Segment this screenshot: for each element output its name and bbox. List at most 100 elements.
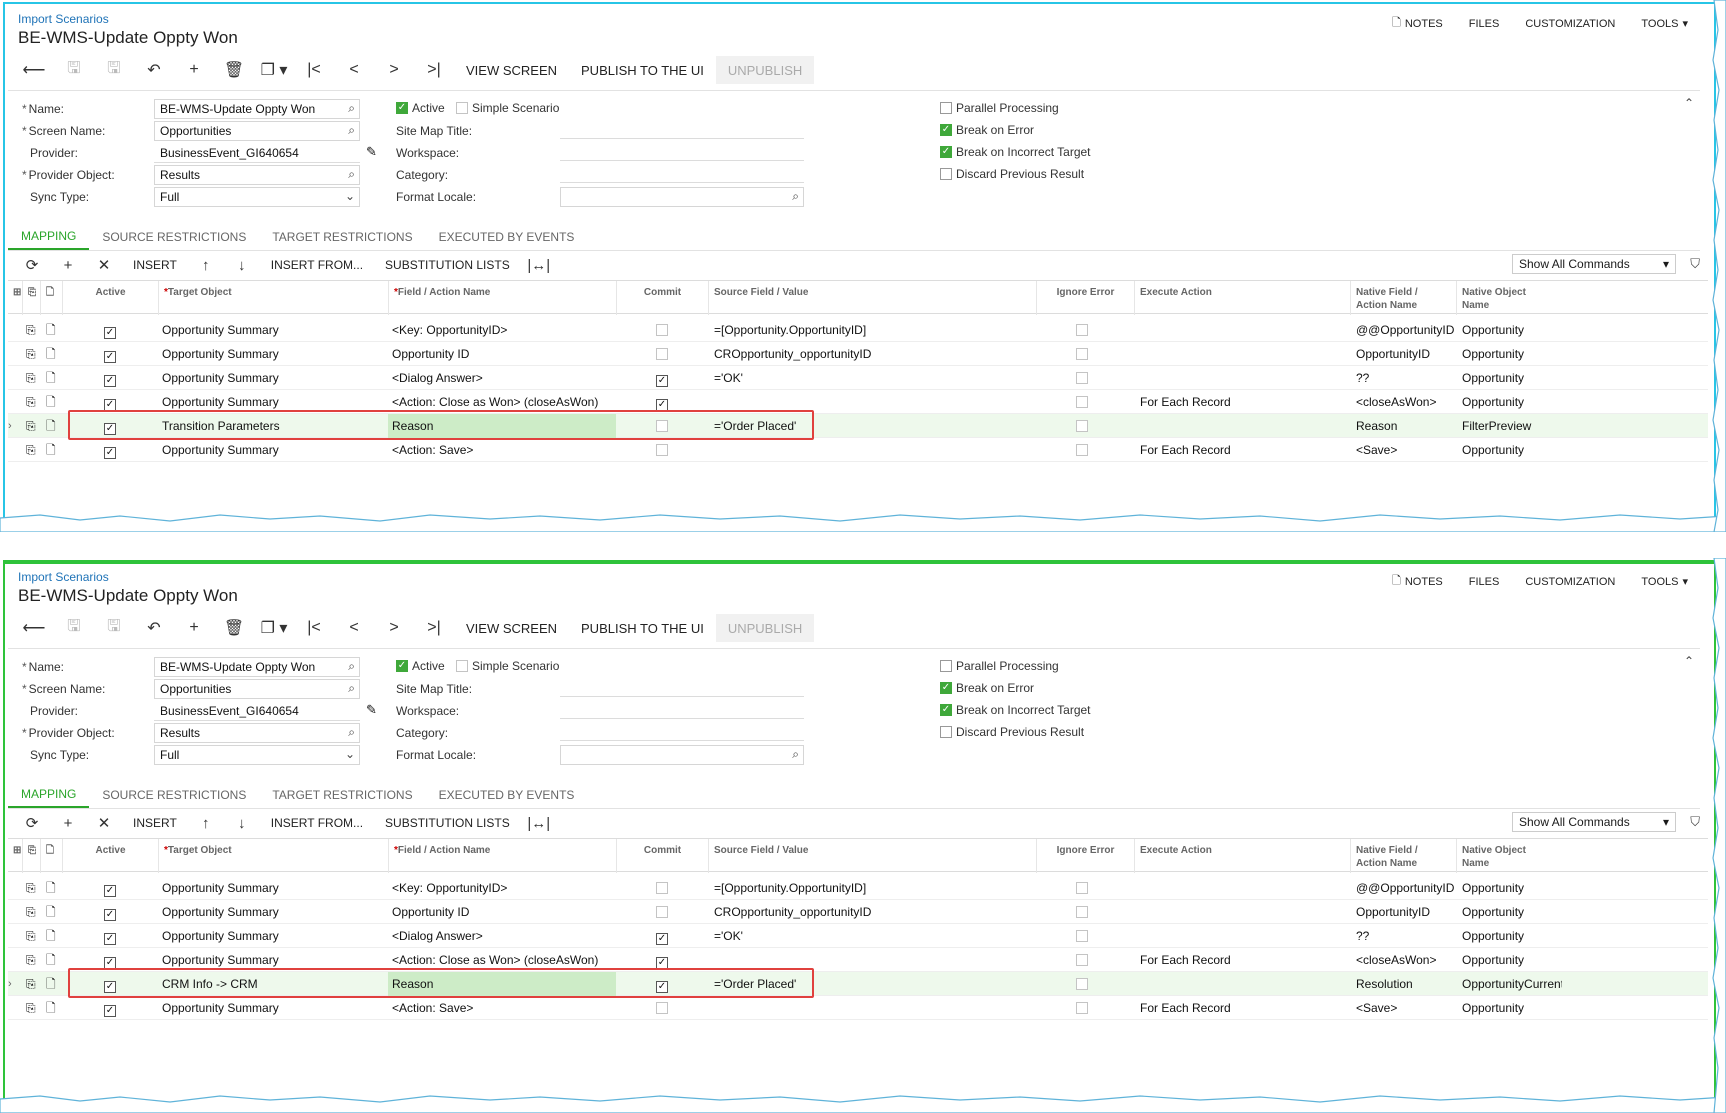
save-close-icon[interactable]: 🖫 — [54, 56, 94, 84]
col-ignore-error[interactable]: Ignore Error — [1036, 839, 1134, 873]
plus-icon[interactable]: + — [50, 810, 86, 836]
publish-button[interactable]: PUBLISH TO THE UI — [569, 614, 716, 642]
ignore-error-checkbox[interactable] — [1076, 324, 1088, 339]
target-object-cell[interactable]: Opportunity Summary — [158, 438, 388, 462]
native-field-cell[interactable]: @@OpportunityID — [1352, 318, 1456, 342]
trash-icon[interactable]: 🗑 — [214, 56, 254, 84]
ignore-error-checkbox[interactable] — [1076, 954, 1088, 969]
col-native-object[interactable]: Native Object Name — [1456, 839, 1556, 873]
attachment-icon[interactable]: ⎘ — [26, 948, 38, 972]
active-checkbox[interactable]: ✓ — [104, 348, 116, 363]
col-execute-action[interactable]: Execute Action — [1134, 839, 1350, 873]
native-field-cell[interactable]: ?? — [1352, 366, 1456, 390]
insert-button[interactable]: INSERT — [122, 252, 188, 278]
plus-icon[interactable]: + — [50, 252, 86, 278]
collapse-icon[interactable]: ⌃ — [1684, 654, 1694, 668]
native-object-cell[interactable]: FilterPreview — [1458, 414, 1562, 438]
attachment-icon[interactable]: ⎘ — [26, 876, 38, 900]
active-checkbox[interactable]: ✓ Active — [396, 659, 445, 673]
source-field-cell[interactable] — [710, 996, 1036, 1020]
col-execute-action[interactable]: Execute Action — [1134, 281, 1350, 315]
ignore-error-checkbox[interactable] — [1076, 906, 1088, 921]
commit-checkbox[interactable]: ✓ — [656, 954, 668, 969]
ignore-error-checkbox[interactable] — [1076, 444, 1088, 459]
execute-action-cell[interactable] — [1136, 876, 1350, 900]
attachment-icon[interactable]: ⎘ — [26, 924, 38, 948]
native-field-cell[interactable]: OpportunityID — [1352, 900, 1456, 924]
arrow-up-icon[interactable]: ↑ — [188, 252, 224, 278]
col-target-object[interactable]: *Target Object — [158, 281, 388, 315]
copy-icon[interactable]: ❐ ▾ — [254, 614, 294, 642]
source-field-cell[interactable]: ='OK' — [710, 366, 1036, 390]
native-field-cell[interactable]: <closeAsWon> — [1352, 948, 1456, 972]
workspace-field[interactable] — [560, 160, 804, 161]
category-field[interactable] — [560, 182, 804, 183]
notes-button[interactable]: 🗋 NOTES — [1392, 572, 1443, 591]
execute-action-cell[interactable] — [1136, 366, 1350, 390]
first-record-icon[interactable]: |< — [294, 614, 334, 642]
table-row[interactable]: ⎘ 🗋 ✓ Opportunity Summary Opportunity ID CROp… — [8, 900, 1708, 924]
field-action-cell[interactable]: <Dialog Answer> — [388, 366, 616, 390]
substitution-lists-button[interactable]: SUBSTITUTION LISTS — [374, 810, 521, 836]
active-checkbox[interactable]: ✓ — [104, 324, 116, 339]
tab-executed-by-events[interactable]: EXECUTED BY EVENTS — [426, 782, 588, 808]
unpublish-button[interactable]: UNPUBLISH — [715, 614, 815, 642]
name-field[interactable]: BE-WMS-Update Oppty Won ⌕ — [154, 657, 360, 677]
ignore-error-checkbox[interactable] — [1076, 396, 1088, 411]
commit-checkbox[interactable] — [656, 882, 668, 897]
source-field-cell[interactable] — [710, 438, 1036, 462]
source-field-cell[interactable]: ='OK' — [710, 924, 1036, 948]
parallel-processing-checkbox[interactable]: Parallel Processing — [940, 101, 1059, 115]
tab-source-restrictions[interactable]: SOURCE RESTRICTIONS — [89, 782, 259, 808]
active-checkbox[interactable]: ✓ — [104, 1002, 116, 1017]
break-on-incorrect-target-checkbox[interactable]: ✓ Break on Incorrect Target — [940, 703, 1091, 717]
break-on-error-checkbox[interactable]: ✓ Break on Error — [940, 681, 1034, 695]
filter-icon[interactable]: ⛉ — [1690, 814, 1700, 830]
note-icon[interactable]: 🗋 — [46, 924, 60, 948]
screen-name-field[interactable]: Opportunities ⌕ — [154, 679, 360, 699]
execute-action-cell[interactable] — [1136, 900, 1350, 924]
col-source-field[interactable]: Source Field / Value — [708, 281, 1036, 315]
name-field[interactable]: BE-WMS-Update Oppty Won ⌕ — [154, 99, 360, 119]
attachment-icon[interactable]: ⎘ — [26, 438, 38, 462]
ignore-error-checkbox[interactable] — [1076, 372, 1088, 387]
col-field-action[interactable]: *Field / Action Name — [388, 281, 616, 315]
native-object-cell[interactable]: Opportunity — [1458, 318, 1562, 342]
last-record-icon[interactable]: >| — [414, 56, 454, 84]
col-active[interactable]: Active — [62, 281, 158, 315]
commit-checkbox[interactable] — [656, 444, 668, 459]
ignore-error-checkbox[interactable] — [1076, 1002, 1088, 1017]
screen-name-field[interactable]: Opportunities ⌕ — [154, 121, 360, 141]
field-action-cell[interactable]: <Action: Save> — [388, 438, 616, 462]
note-icon[interactable]: 🗋 — [46, 948, 60, 972]
target-object-cell[interactable]: Opportunity Summary — [158, 366, 388, 390]
parallel-processing-checkbox[interactable]: Parallel Processing — [940, 659, 1059, 673]
commit-checkbox[interactable] — [656, 324, 668, 339]
commit-checkbox[interactable] — [656, 1002, 668, 1017]
active-checkbox[interactable]: ✓ — [104, 930, 116, 945]
first-record-icon[interactable]: |< — [294, 56, 334, 84]
note-icon[interactable]: 🗋 — [46, 900, 60, 924]
active-checkbox[interactable]: ✓ — [104, 372, 116, 387]
field-action-cell[interactable]: Opportunity ID — [388, 900, 616, 924]
fit-columns-icon[interactable]: |↔| — [521, 810, 557, 836]
native-field-cell[interactable]: OpportunityID — [1352, 342, 1456, 366]
simple-scenario-checkbox[interactable]: Simple Scenario — [456, 101, 559, 115]
target-object-cell[interactable]: Opportunity Summary — [158, 924, 388, 948]
unpublish-button[interactable]: UNPUBLISH — [715, 56, 815, 84]
col-ignore-error[interactable]: Ignore Error — [1036, 281, 1134, 315]
native-field-cell[interactable]: <closeAsWon> — [1352, 390, 1456, 414]
plus-icon[interactable]: + — [174, 56, 214, 84]
notes-button[interactable]: 🗋 NOTES — [1392, 14, 1443, 33]
note-icon[interactable]: 🗋 — [46, 438, 60, 462]
simple-scenario-checkbox[interactable]: Simple Scenario — [456, 659, 559, 673]
commit-checkbox[interactable] — [656, 906, 668, 921]
collapse-icon[interactable]: ⌃ — [1684, 96, 1694, 110]
commit-checkbox[interactable]: ✓ — [656, 930, 668, 945]
execute-action-cell[interactable] — [1136, 318, 1350, 342]
commands-select[interactable]: Show All Commands ▾ — [1512, 812, 1676, 832]
ignore-error-checkbox[interactable] — [1076, 978, 1088, 993]
tab-mapping[interactable]: MAPPING — [8, 782, 90, 808]
tab-mapping[interactable]: MAPPING — [8, 224, 90, 250]
search-icon[interactable]: ⌕ — [348, 123, 355, 138]
